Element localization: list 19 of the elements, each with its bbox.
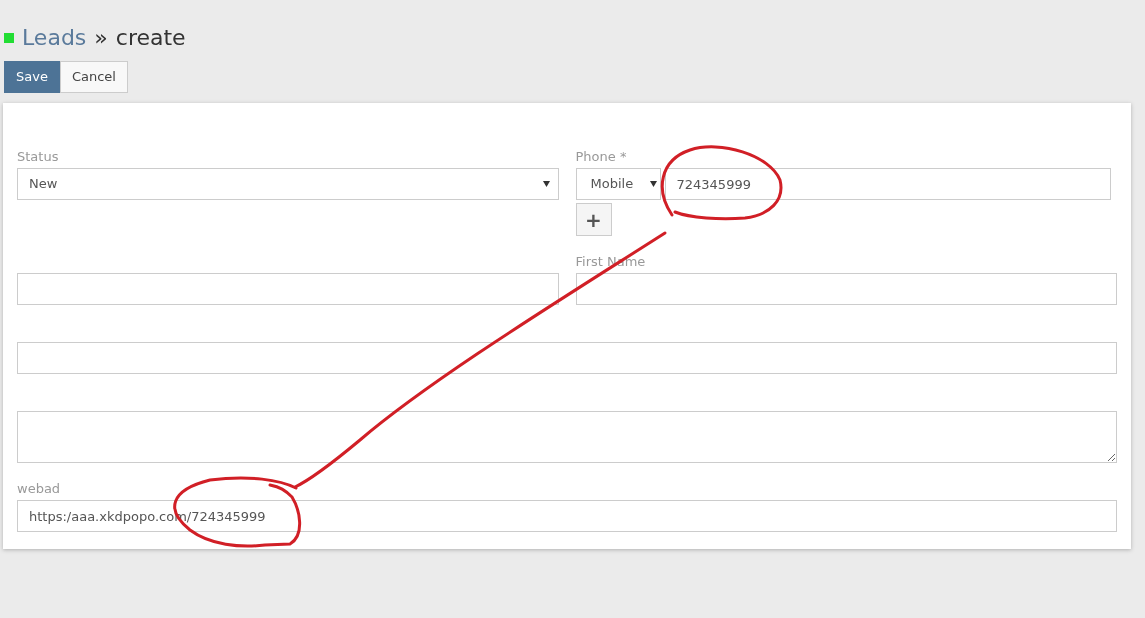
status-icon: [4, 32, 14, 43]
text-input[interactable]: [17, 342, 1117, 374]
text-input[interactable]: [17, 273, 559, 305]
save-button[interactable]: Save: [4, 61, 60, 93]
caret-icon: [649, 181, 657, 187]
text-input[interactable]: [575, 273, 1117, 305]
page-title: create: [115, 23, 186, 52]
status-dropdown[interactable]: New: [17, 168, 559, 200]
add-phone-button[interactable]: +: [575, 203, 612, 236]
field-label: Status: [17, 149, 59, 164]
field-label: webad: [17, 481, 61, 496]
text-area[interactable]: [17, 411, 1117, 463]
breadcrumb-link[interactable]: Leads: [22, 23, 87, 52]
field-label: Phone *: [575, 149, 627, 164]
cancel-button[interactable]: Cancel: [59, 61, 128, 93]
phone-input[interactable]: 724345999: [664, 168, 1111, 200]
phone-type-dropdown[interactable]: Mobile: [575, 168, 661, 200]
breadcrumb-separator: »: [94, 23, 108, 52]
caret-icon: [542, 181, 550, 187]
